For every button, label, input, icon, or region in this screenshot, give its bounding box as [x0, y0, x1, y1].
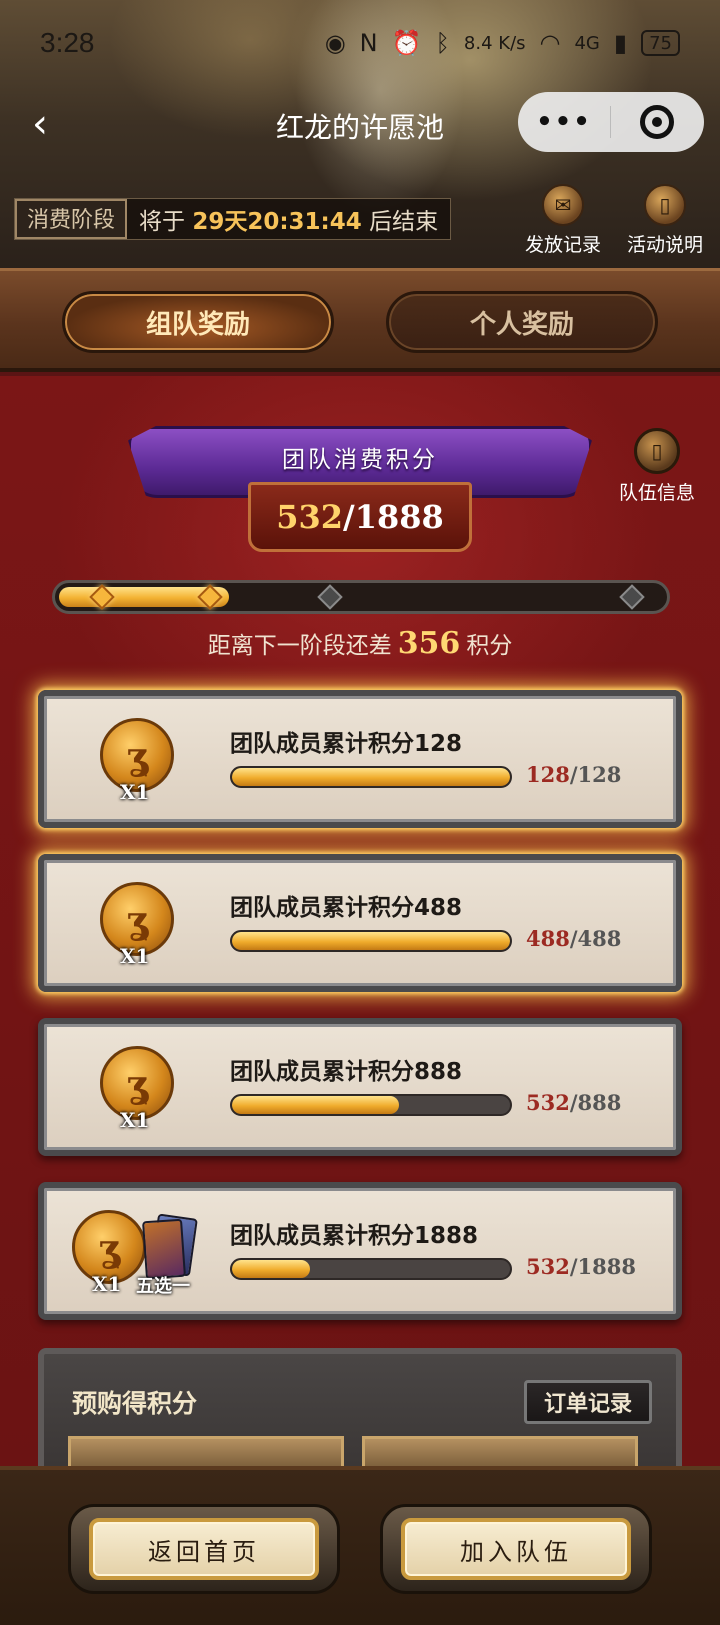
- status-time: 3:28: [40, 27, 95, 58]
- footer-bar: 返回首页 加入队伍: [0, 1466, 720, 1625]
- reward-title: 团队成员累计积分888: [230, 1059, 463, 1085]
- home-button[interactable]: 返回首页: [68, 1504, 340, 1594]
- stage-marker-4: [619, 584, 645, 610]
- tab-personal-rewards[interactable]: 个人奖励: [386, 291, 658, 353]
- reward-qty: X1: [120, 780, 150, 804]
- reward-progress-fill: [232, 1260, 311, 1278]
- net-speed: 8.4 K/s: [463, 32, 526, 54]
- status-icons: ◉ Ν ⏰ ᛒ 8.4 K/s ◠ 4G ▮ 75: [325, 29, 680, 57]
- score-total: 1888: [354, 498, 444, 536]
- rulebook-icon: ▯: [644, 184, 686, 226]
- reward-progress-fill: [232, 768, 510, 786]
- reward-qty: X1: [120, 944, 150, 968]
- network-type: 4G: [574, 32, 600, 54]
- nav-bar: ‹ 红龙的许愿池 •••: [0, 86, 720, 162]
- reward-count-total: /128: [569, 762, 622, 787]
- reward-progress-fill: [232, 1096, 399, 1114]
- phase-suffix: 后结束: [369, 209, 439, 235]
- reward-title: 团队成员累计积分488: [230, 895, 463, 921]
- eye-icon: ◉: [324, 29, 346, 57]
- reward-progress-bar: [230, 930, 512, 952]
- remain-prefix: 距离下一阶段还差: [207, 633, 392, 659]
- score-separator: /: [343, 498, 355, 536]
- reward-card-3[interactable]: ʓ X1 团队成员累计积分888 532/888: [38, 1018, 682, 1156]
- remaining-points-text: 距离下一阶段还差 356 积分: [0, 626, 720, 661]
- reward-count-current: 532: [526, 1090, 570, 1115]
- reward-card-2[interactable]: ʓ X1 团队成员累计积分488 488/488: [38, 854, 682, 992]
- home-button-label: 返回首页: [89, 1518, 319, 1580]
- tab-team-rewards[interactable]: 组队奖励: [62, 291, 334, 353]
- reward-count: 128/128: [526, 762, 621, 787]
- reward-progress-bar: [230, 1094, 512, 1116]
- reward-count-total: /1888: [569, 1254, 636, 1279]
- join-team-button[interactable]: 加入队伍: [380, 1504, 652, 1594]
- records-label: 发放记录: [524, 234, 601, 256]
- phase-countdown: 消费阶段 将于 29天20:31:44 后结束: [14, 198, 452, 240]
- remain-value: 356: [397, 626, 461, 661]
- reward-progress-bar: [230, 766, 512, 788]
- reward-count-total: /488: [569, 926, 622, 951]
- remain-suffix: 积分: [466, 633, 513, 659]
- battery-indicator: 75: [641, 30, 680, 56]
- team-score-value: 532 / 1888: [248, 482, 472, 552]
- reward-count-current: 532: [526, 1254, 570, 1279]
- rules-button[interactable]: ▯ 活动说明: [620, 184, 710, 257]
- alarm-icon: ⏰: [391, 29, 422, 57]
- phase-prefix: 将于: [139, 209, 186, 235]
- preorder-title: 预购得积分: [72, 1389, 198, 1418]
- team-info-button[interactable]: ▯ 队伍信息: [612, 428, 702, 505]
- reward-title: 团队成员累计积分1888: [230, 1223, 479, 1249]
- reward-card-1[interactable]: ʓ X1 团队成员累计积分128 128/128: [38, 690, 682, 828]
- reward-count: 532/888: [526, 1090, 621, 1115]
- tab-bar: 组队奖励 个人奖励: [0, 268, 720, 372]
- nfc-icon: Ν: [359, 29, 378, 57]
- reward-card-4[interactable]: ʓ X1 五选一 团队成员累计积分1888 532/1888: [38, 1182, 682, 1320]
- team-rewards-panel: 团队消费积分 532 / 1888 ▯ 队伍信息 距离下一阶段还差 356 积分 ʓ…: [0, 376, 720, 1478]
- score-current: 532: [276, 498, 344, 536]
- countdown-value: 29天20:31:44: [192, 209, 362, 235]
- more-dots-icon[interactable]: •••: [518, 107, 610, 137]
- preorder-section: 预购得积分 订单记录: [38, 1348, 682, 1478]
- reward-count-current: 488: [526, 926, 570, 951]
- reward-progress-fill: [232, 932, 510, 950]
- reward-count-total: /888: [569, 1090, 622, 1115]
- reward-count: 532/1888: [526, 1254, 636, 1279]
- stage-progress-bar: [52, 580, 670, 614]
- team-score-banner: 团队消费积分 532 / 1888: [128, 426, 592, 552]
- banner-title: 团队消费积分: [282, 447, 438, 473]
- reward-title: 团队成员累计积分128: [230, 731, 463, 757]
- reward-count: 488/488: [526, 926, 621, 951]
- target-close-icon[interactable]: [611, 105, 703, 139]
- order-records-button[interactable]: 订单记录: [524, 1380, 652, 1424]
- reward-qty: X1: [92, 1272, 122, 1296]
- phase-label: 消费阶段: [15, 199, 128, 239]
- reward-progress-bar: [230, 1258, 512, 1280]
- scroll-icon: ✉: [542, 184, 584, 226]
- team-book-icon: ▯: [634, 428, 680, 474]
- stage-marker-3: [317, 584, 343, 610]
- reward-count-current: 128: [526, 762, 570, 787]
- reward-qty: X1: [120, 1108, 150, 1132]
- miniapp-capsule: •••: [518, 92, 704, 152]
- join-team-label: 加入队伍: [401, 1518, 631, 1580]
- rules-label: 活动说明: [626, 234, 703, 256]
- wifi-icon: ◠: [539, 29, 561, 57]
- team-info-label: 队伍信息: [618, 482, 695, 504]
- records-button[interactable]: ✉ 发放记录: [518, 184, 608, 257]
- status-bar: 3:28 ◉ Ν ⏰ ᛒ 8.4 K/s ◠ 4G ▮ 75: [0, 0, 720, 86]
- phase-text: 将于 29天20:31:44 后结束: [127, 202, 450, 236]
- signal-icon: ▮: [613, 29, 628, 57]
- pick-one-label: 五选一: [136, 1276, 190, 1297]
- bluetooth-icon: ᛒ: [435, 29, 450, 57]
